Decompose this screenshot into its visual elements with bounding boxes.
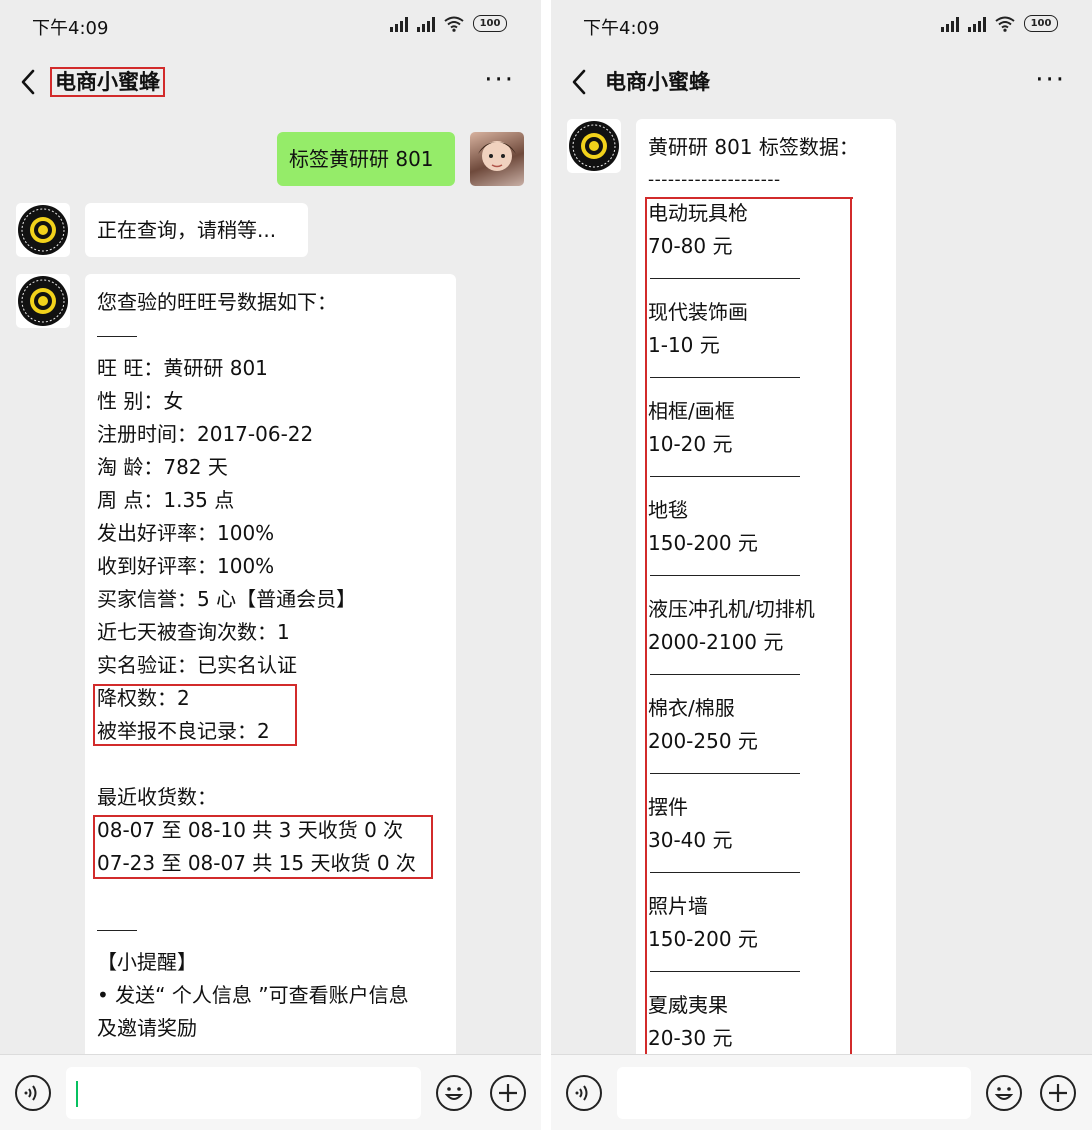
wifi-icon xyxy=(444,16,464,32)
signal-icon xyxy=(941,16,959,32)
tip-item: • 发送“ 个人信息 ”可查看账户信息 xyxy=(97,983,409,1007)
bot-avatar[interactable] xyxy=(16,274,70,328)
tag-separator xyxy=(648,263,884,296)
tag-separator xyxy=(648,956,884,989)
divider xyxy=(97,319,444,352)
tag-separator xyxy=(648,857,884,890)
signal-icon xyxy=(417,16,435,32)
tag-price: 2000-2100 元 xyxy=(648,630,784,654)
report-field: 买家信誉：5 心【普通会员】 xyxy=(97,587,357,611)
chat-input-bar xyxy=(551,1054,1092,1130)
tags-heading: 黄研研 801 标签数据： xyxy=(648,135,859,159)
chat-title: 电商小蜜蜂 xyxy=(50,67,165,97)
message-input[interactable] xyxy=(617,1067,971,1119)
report-field: 淘 龄：782 天 xyxy=(97,455,228,479)
report-field: 性 别：女 xyxy=(97,389,184,413)
battery-icon: 100 xyxy=(1024,15,1058,32)
tag-price: 200-250 元 xyxy=(648,729,758,753)
plus-icon[interactable] xyxy=(490,1075,526,1111)
emoji-icon[interactable] xyxy=(986,1075,1022,1111)
report-field: 注册时间：2017-06-22 xyxy=(97,422,314,446)
divider xyxy=(97,913,444,946)
tags-divider: -------------------- xyxy=(648,170,781,190)
tag-name: 相框/画框 xyxy=(648,399,735,423)
status-time: 下午4:09 xyxy=(583,18,660,39)
status-bar: 下午4:09 100 xyxy=(0,0,541,52)
bot-waiting-text: 正在查询，请稍等... xyxy=(97,218,277,242)
tips-title: 【小提醒】 xyxy=(97,950,197,974)
message-input[interactable] xyxy=(66,1067,421,1119)
bot-waiting-bubble[interactable]: 正在查询，请稍等... xyxy=(85,203,308,257)
bot-avatar[interactable] xyxy=(567,119,621,173)
tag-price: 1-10 元 xyxy=(648,333,720,357)
bot-avatar[interactable] xyxy=(16,203,70,257)
user-avatar[interactable] xyxy=(470,132,524,186)
status-icons: 100 xyxy=(390,15,507,32)
signal-icon xyxy=(968,16,986,32)
tip-item: 及邀请奖励 xyxy=(97,1016,197,1040)
report-field: 近七天被查询次数：1 xyxy=(97,620,290,644)
back-arrow-icon[interactable] xyxy=(18,68,40,96)
chat-header: 电商小蜜蜂 ··· xyxy=(0,52,541,112)
risk-highlight-box xyxy=(93,684,297,746)
bot-tags-bubble[interactable]: 黄研研 801 标签数据： -------------------- 电动玩具枪… xyxy=(636,119,896,1069)
more-options-icon[interactable]: ··· xyxy=(1035,67,1066,93)
tag-name: 照片墙 xyxy=(648,894,708,918)
status-bar: 下午4:09 100 xyxy=(551,0,1092,52)
user-message-text: 标签黄研研 801 xyxy=(289,147,434,171)
tag-name: 地毯 xyxy=(648,498,688,522)
status-time: 下午4:09 xyxy=(32,18,109,39)
battery-icon: 100 xyxy=(473,15,507,32)
left-phone-screen: 下午4:09 100 电商小蜜蜂 ··· 标签黄研研 801 正在查询，请稍等.… xyxy=(0,0,541,1130)
tag-separator xyxy=(648,362,884,395)
tag-separator xyxy=(648,461,884,494)
tag-name: 摆件 xyxy=(648,795,688,819)
receipt-highlight-box xyxy=(93,815,433,879)
tag-name: 夏威夷果 xyxy=(648,993,728,1017)
report-field: 旺 旺：黄研研 801 xyxy=(97,356,268,380)
chat-header: 电商小蜜蜂 ··· xyxy=(551,52,1092,112)
tag-price: 10-20 元 xyxy=(648,432,733,456)
tag-name: 现代装饰画 xyxy=(648,300,748,324)
signal-icon xyxy=(390,16,408,32)
tag-name: 电动玩具枪 xyxy=(648,201,748,225)
tag-price: 70-80 元 xyxy=(648,234,733,258)
text-cursor xyxy=(76,1081,78,1107)
voice-icon[interactable] xyxy=(15,1075,51,1111)
tags-highlight-top xyxy=(645,197,853,199)
bot-report-bubble[interactable]: 您查验的旺旺号数据如下： 旺 旺：黄研研 801 性 别：女 注册时间：2017… xyxy=(85,274,456,1074)
tag-name: 液压冲孔机/切排机 xyxy=(648,597,815,621)
tag-price: 150-200 元 xyxy=(648,531,758,555)
chat-title: 电商小蜜蜂 xyxy=(605,70,710,94)
report-field: 发出好评率：100% xyxy=(97,521,275,545)
status-icons: 100 xyxy=(941,15,1058,32)
chat-input-bar xyxy=(0,1054,541,1130)
back-arrow-icon[interactable] xyxy=(569,68,591,96)
tag-separator xyxy=(648,659,884,692)
recent-title: 最近收货数： xyxy=(97,785,217,809)
tag-name: 棉衣/棉服 xyxy=(648,696,735,720)
right-phone-screen: 下午4:09 100 电商小蜜蜂 ··· 黄研研 801 标签数据： -----… xyxy=(551,0,1092,1130)
emoji-icon[interactable] xyxy=(436,1075,472,1111)
plus-icon[interactable] xyxy=(1040,1075,1076,1111)
report-field: 实名验证：已实名认证 xyxy=(97,653,297,677)
report-heading: 您查验的旺旺号数据如下： xyxy=(97,290,337,314)
report-field: 周 点：1.35 点 xyxy=(97,488,235,512)
tags-highlight-right xyxy=(850,197,852,1054)
report-field: 收到好评率：100% xyxy=(97,554,275,578)
tags-highlight-left xyxy=(645,197,647,1054)
user-message-bubble[interactable]: 标签黄研研 801 xyxy=(277,132,455,186)
voice-icon[interactable] xyxy=(566,1075,602,1111)
tag-separator xyxy=(648,560,884,593)
tag-price: 30-40 元 xyxy=(648,828,733,852)
more-options-icon[interactable]: ··· xyxy=(484,67,515,93)
wifi-icon xyxy=(995,16,1015,32)
tag-separator xyxy=(648,758,884,791)
tag-price: 20-30 元 xyxy=(648,1026,733,1050)
tag-price: 150-200 元 xyxy=(648,927,758,951)
